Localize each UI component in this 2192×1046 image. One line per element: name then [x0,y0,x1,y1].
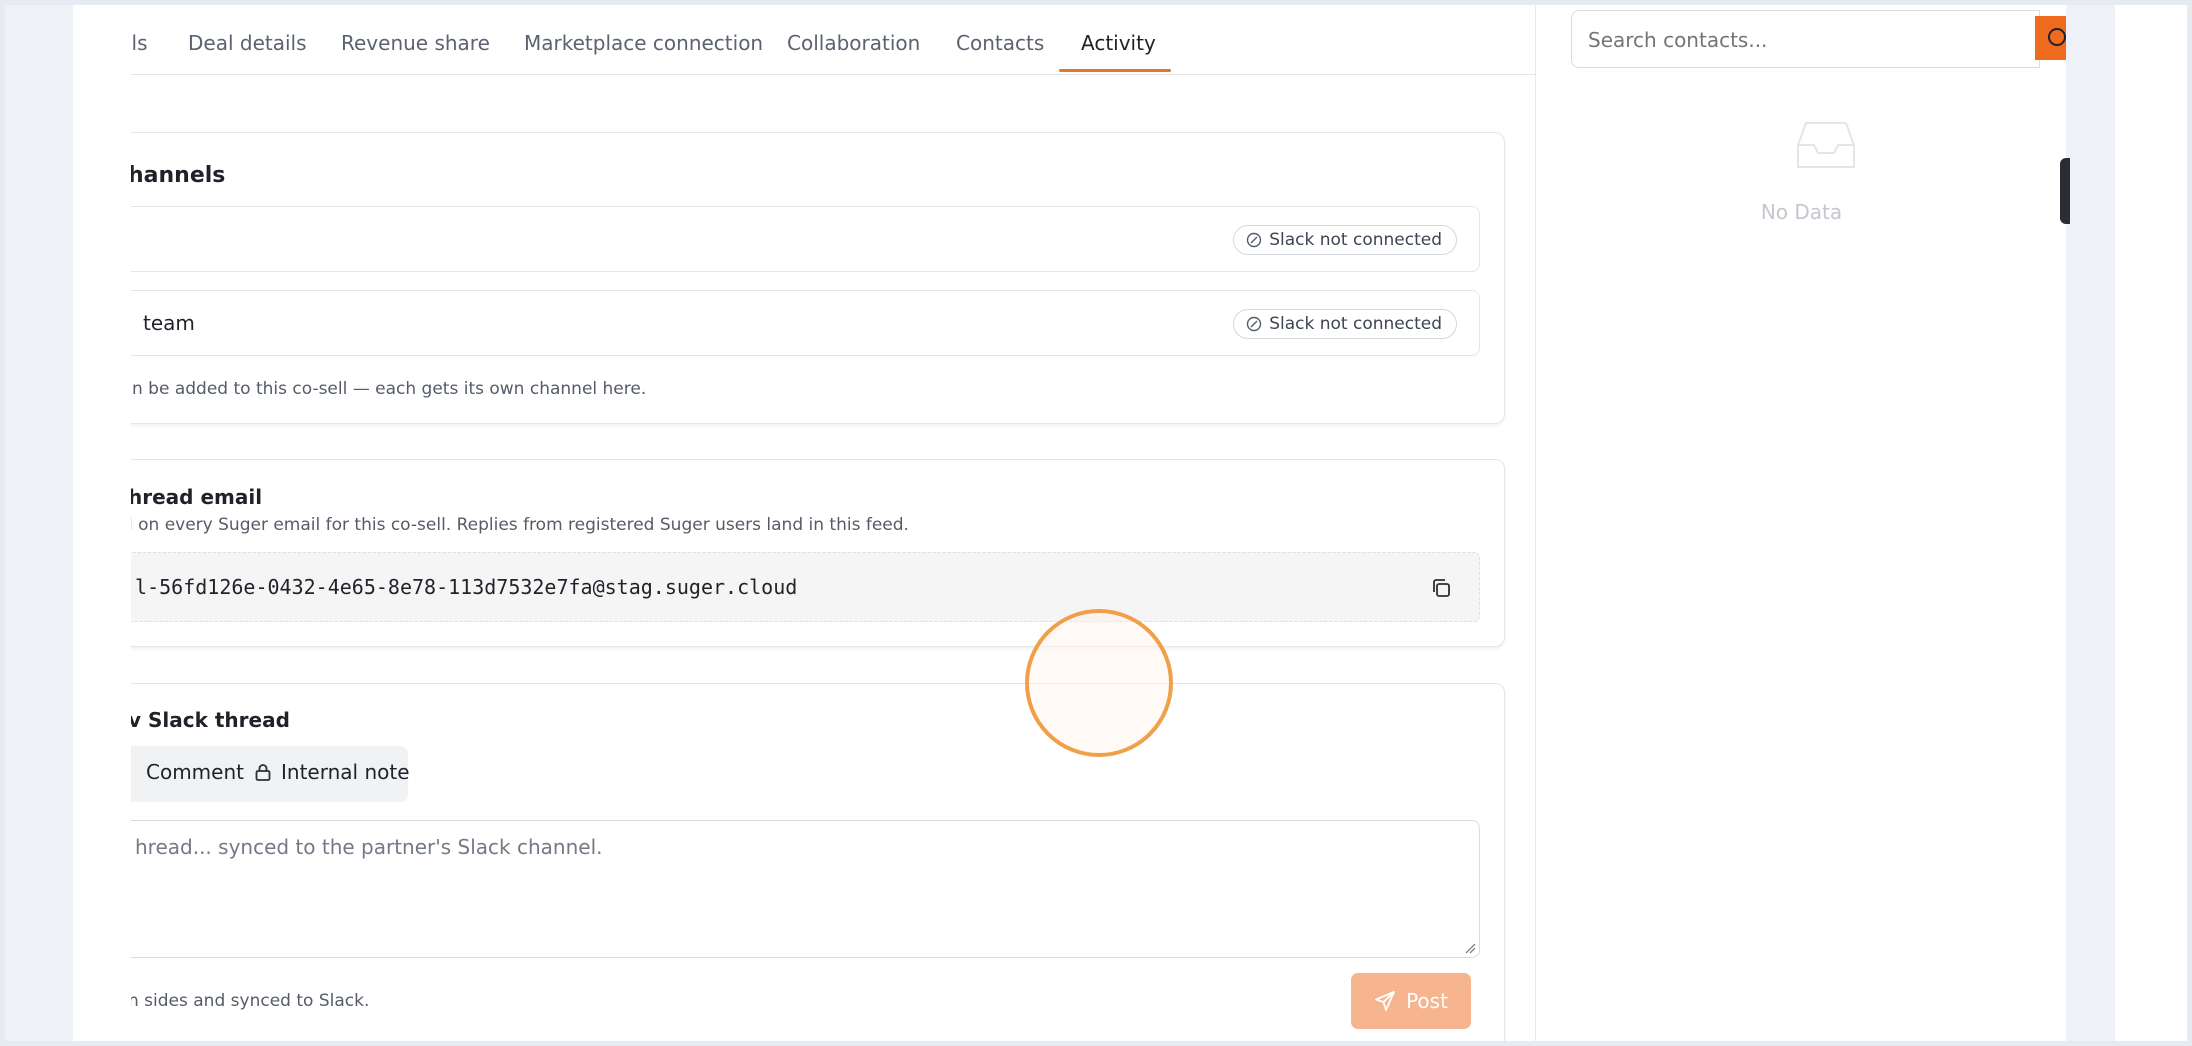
channel-row: Slack not connected [131,206,1480,272]
slash-circle-icon [1247,232,1262,248]
active-tab-indicator [1059,69,1171,72]
copy-icon[interactable] [1429,576,1453,600]
channels-hint: n be added to this co-sell — each gets i… [132,379,647,399]
side-drawer-handle[interactable] [2060,158,2070,224]
channels-title: hannels [131,163,226,188]
status-badge-text: Slack not connected [1269,314,1442,334]
composer-footer-hint: n sides and synced to Slack. [131,991,370,1011]
channel-row-label: team [143,311,195,335]
comment-icon [131,762,138,782]
tab-bar: ils Deal details Revenue share Marketpla… [131,5,1535,75]
search-button[interactable] [2035,16,2066,60]
tab-revenue-share[interactable]: Revenue share [341,31,490,55]
lock-icon [255,764,271,781]
channels-card: hannels Slack not connected team Slack n… [131,132,1505,424]
channel-row: team Slack not connected [131,290,1480,356]
thread-email-box: .l-56fd126e-0432-4e65-8e78-113d7532e7fa@… [131,552,1480,622]
message-textarea[interactable]: hread... synced to the partner's Slack c… [131,820,1480,958]
main-panel: ils Deal details Revenue share Marketpla… [131,5,1535,1041]
resize-handle-icon[interactable] [1464,942,1476,954]
tab-marketplace-connection[interactable]: Marketplace connection [524,31,763,55]
mode-comment-label: Comment [146,760,244,784]
tab-deal-details[interactable]: Deal details [188,31,307,55]
left-gutter [73,5,131,1041]
empty-inbox-icon [1797,122,1855,168]
right-edge [2115,5,2187,1041]
slash-circle-icon [1247,316,1262,332]
status-badge: Slack not connected [1233,225,1457,255]
post-button-label: Post [1406,989,1448,1013]
slack-thread-title: v Slack thread [131,708,290,732]
post-button[interactable]: Post [1351,973,1471,1029]
send-icon [1375,991,1395,1011]
tab-details[interactable]: ils [131,31,148,55]
thread-email-card: hread email l on every Suger email for t… [131,459,1505,647]
contact-search [1571,10,2040,68]
click-indicator [1025,609,1173,757]
mode-internal-note-label: Internal note [281,760,410,784]
status-badge: Slack not connected [1233,309,1457,339]
mode-internal-note[interactable]: Internal note [253,760,410,784]
slack-thread-card: v Slack thread Comment Internal note hre… [131,683,1505,1041]
tab-activity[interactable]: Activity [1081,31,1156,55]
search-icon [2048,28,2066,46]
search-input[interactable] [1588,28,2008,52]
right-strip [2066,5,2115,1041]
tab-collaboration[interactable]: Collaboration [787,31,920,55]
tab-contacts[interactable]: Contacts [956,31,1044,55]
message-placeholder: hread... synced to the partner's Slack c… [135,835,603,859]
contacts-panel: No Data [1535,5,2066,1041]
thread-email-subtitle: l on every Suger email for this co-sell.… [131,515,909,535]
mode-switch: Comment Internal note [131,746,410,802]
status-badge-text: Slack not connected [1269,230,1442,250]
empty-state-text: No Data [1760,200,1843,224]
mode-comment[interactable]: Comment [131,760,244,784]
thread-email-title: hread email [131,485,263,509]
thread-email-address[interactable]: .l-56fd126e-0432-4e65-8e78-113d7532e7fa@… [131,575,797,599]
